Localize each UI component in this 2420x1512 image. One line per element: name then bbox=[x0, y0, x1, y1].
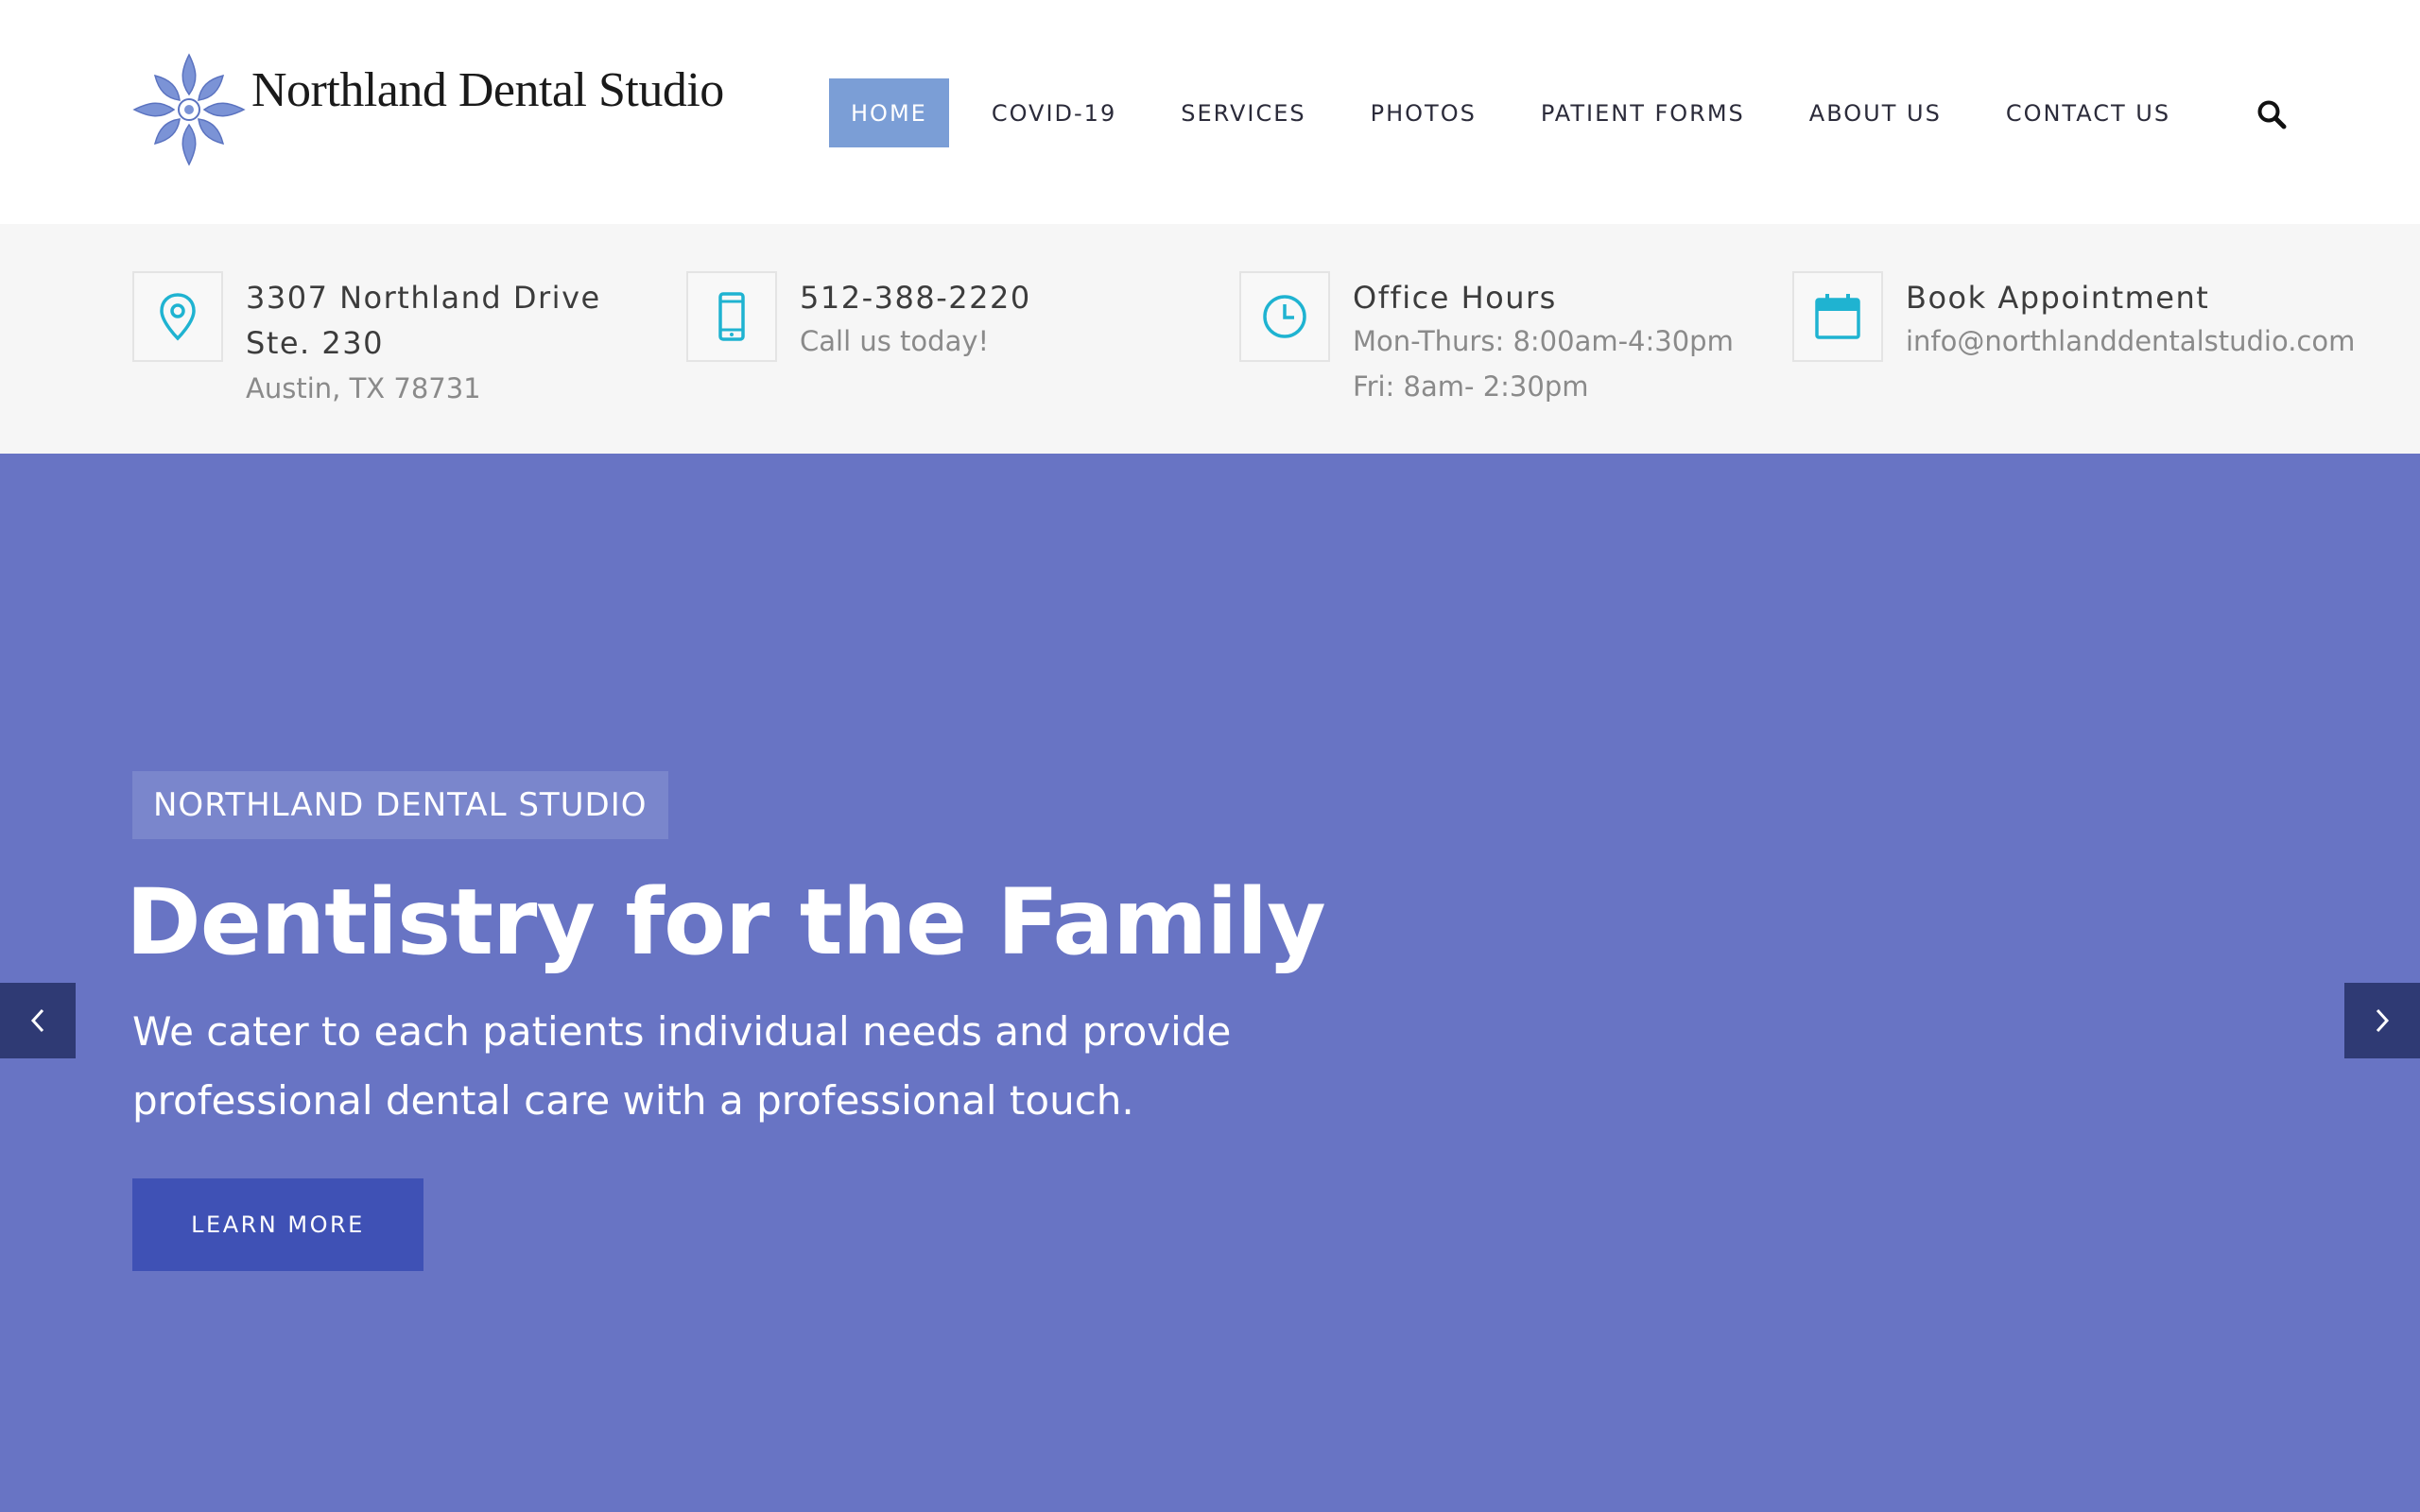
booking-title[interactable]: Book Appointment bbox=[1906, 275, 2209, 320]
hours-line2: Fri: 8am- 2:30pm bbox=[1353, 370, 1589, 403]
chevron-right-icon bbox=[2376, 1008, 2390, 1033]
search-icon[interactable] bbox=[2256, 98, 2288, 130]
nav-photos[interactable]: PHOTOS bbox=[1349, 78, 1498, 147]
address-icon-box bbox=[132, 271, 223, 362]
hero-title: Dentistry for the Family bbox=[126, 869, 1326, 975]
mobile-phone-icon bbox=[718, 292, 745, 341]
hours-line1: Mon-Thurs: 8:00am-4:30pm bbox=[1353, 325, 1734, 357]
nav-home[interactable]: HOME bbox=[829, 78, 949, 147]
nav-patient-forms[interactable]: PATIENT FORMS bbox=[1519, 78, 1767, 147]
hero-description-line1: We cater to each patients individual nee… bbox=[132, 1008, 1232, 1055]
site-logo[interactable]: Northland Dental Studio bbox=[132, 53, 724, 176]
chevron-left-icon bbox=[30, 1008, 44, 1033]
hero-description-line2: professional dental care with a professi… bbox=[132, 1077, 1134, 1124]
hero-badge: NORTHLAND DENTAL STUDIO bbox=[132, 771, 668, 839]
calendar-icon bbox=[1815, 294, 1860, 339]
hours-title: Office Hours bbox=[1353, 280, 1557, 316]
nav-covid-19[interactable]: COVID-19 bbox=[970, 78, 1138, 147]
phone-number[interactable]: 512-388-2220 bbox=[800, 275, 1031, 320]
floral-medallion-icon bbox=[132, 53, 246, 166]
slider-next-button[interactable] bbox=[2344, 983, 2420, 1058]
phone-icon-box bbox=[686, 271, 777, 362]
logo-text: Northland Dental Studio bbox=[251, 63, 724, 117]
site-header: Northland Dental Studio HOME COVID-19 SE… bbox=[0, 0, 2420, 224]
address-line3: Austin, TX 78731 bbox=[246, 372, 481, 404]
slider-prev-button[interactable] bbox=[0, 983, 76, 1058]
main-nav: HOME COVID-19 SERVICES PHOTOS PATIENT FO… bbox=[829, 78, 2213, 147]
address-line2: Ste. 230 bbox=[246, 325, 384, 361]
map-pin-icon bbox=[160, 293, 196, 341]
clock-icon bbox=[1263, 295, 1306, 338]
hours-icon-box bbox=[1239, 271, 1330, 362]
phone-note: Call us today! bbox=[800, 325, 990, 357]
nav-about-us[interactable]: ABOUT US bbox=[1788, 78, 1963, 147]
hero-slider: NORTHLAND DENTAL STUDIO Dentistry for th… bbox=[0, 454, 2420, 1512]
hero-description: We cater to each patients individual nee… bbox=[132, 997, 1267, 1135]
booking-icon-box[interactable] bbox=[1792, 271, 1883, 362]
address-line1: 3307 Northland Drive bbox=[246, 280, 601, 316]
learn-more-button[interactable]: LEARN MORE bbox=[132, 1178, 424, 1271]
nav-services[interactable]: SERVICES bbox=[1159, 78, 1327, 147]
booking-email[interactable]: info@northlanddentalstudio.com bbox=[1906, 318, 2355, 364]
nav-contact-us[interactable]: CONTACT US bbox=[1984, 78, 2192, 147]
contact-info-bar: 3307 Northland Drive Ste. 230 Austin, TX… bbox=[0, 224, 2420, 454]
